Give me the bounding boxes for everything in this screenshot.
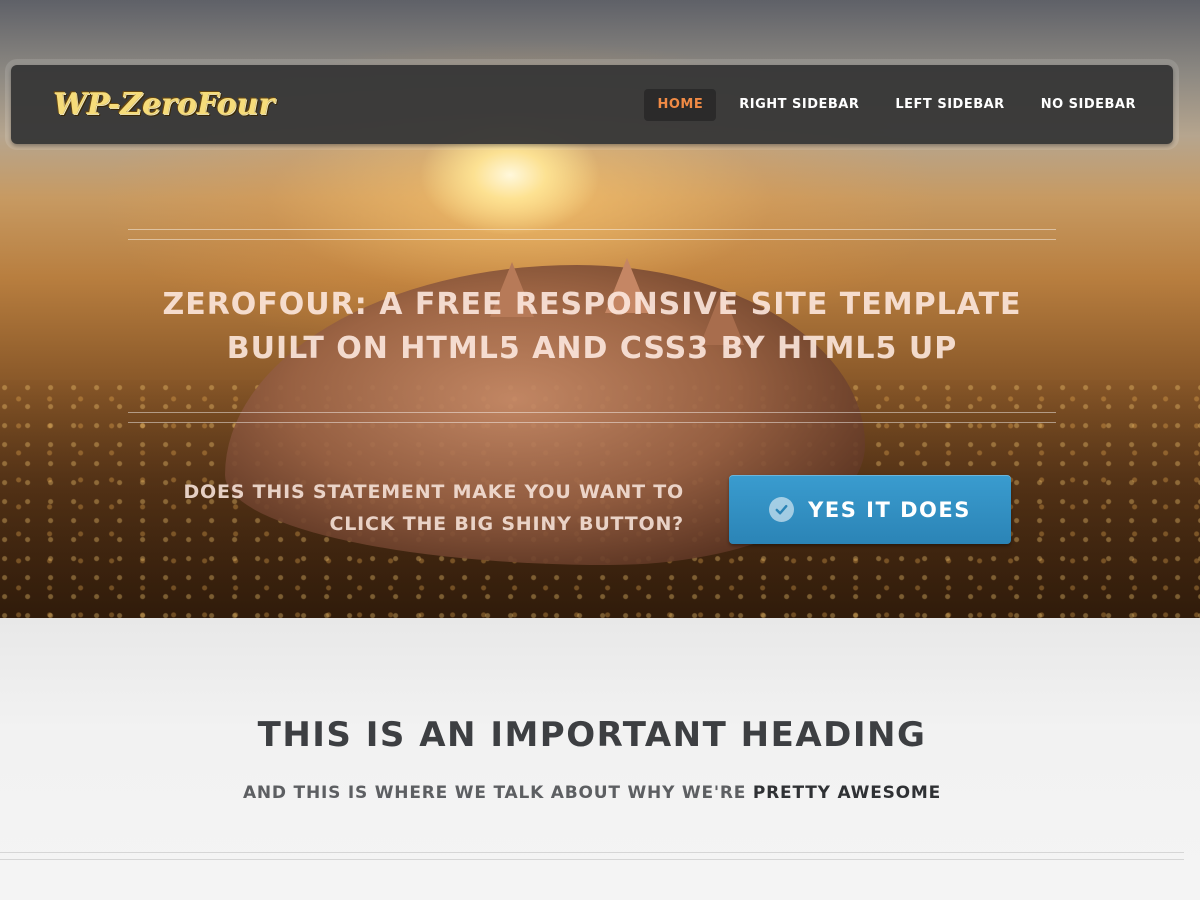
- site-logo[interactable]: WP-ZeroFour: [53, 87, 274, 122]
- hero-divider-top: [128, 239, 1056, 240]
- hero-divider-top: [128, 229, 1056, 230]
- hero-divider-bottom: [128, 422, 1056, 423]
- top-navigation-bar: WP-ZeroFour HOME RIGHT SIDEBAR LEFT SIDE…: [11, 65, 1173, 144]
- yes-it-does-button[interactable]: YES IT DOES: [729, 475, 1011, 544]
- nav-item-left-sidebar[interactable]: LEFT SIDEBAR: [882, 89, 1017, 121]
- nav-item-home[interactable]: HOME: [644, 89, 717, 121]
- cta-statement: DOES THIS STATEMENT MAKE YOU WANT TO CLI…: [150, 476, 684, 540]
- check-circle-icon: [769, 497, 795, 522]
- cta-statement-line: CLICK THE BIG SHINY BUTTON?: [329, 513, 684, 535]
- intro-section: [0, 618, 1200, 900]
- subheading-text: AND THIS IS WHERE WE TALK ABOUT WHY WE'R…: [242, 783, 753, 803]
- important-heading: THIS IS AN IMPORTANT HEADING: [257, 715, 927, 755]
- hero-tagline-line: BUILT ON HTML5 AND CSS3 BY HTML5 UP: [226, 331, 958, 366]
- nav-item-right-sidebar[interactable]: RIGHT SIDEBAR: [726, 89, 872, 121]
- hero-tagline-line: ZEROFOUR: A FREE RESPONSIVE SITE TEMPLAT…: [162, 287, 1022, 322]
- cta-statement-line: DOES THIS STATEMENT MAKE YOU WANT TO: [183, 481, 684, 503]
- intro-subheading: AND THIS IS WHERE WE TALK ABOUT WHY WE'R…: [0, 783, 1184, 803]
- nav-item-no-sidebar[interactable]: NO SIDEBAR: [1028, 89, 1149, 121]
- cta-button-label: YES IT DOES: [808, 497, 971, 522]
- section-divider: [0, 852, 1184, 853]
- hero-tagline: ZEROFOUR: A FREE RESPONSIVE SITE TEMPLAT…: [128, 283, 1056, 371]
- main-menu: HOME RIGHT SIDEBAR LEFT SIDEBAR NO SIDEB…: [644, 89, 1149, 121]
- section-divider: [0, 859, 1184, 860]
- subheading-emphasis: PRETTY AWESOME: [752, 783, 942, 803]
- hero-divider-bottom: [128, 412, 1056, 413]
